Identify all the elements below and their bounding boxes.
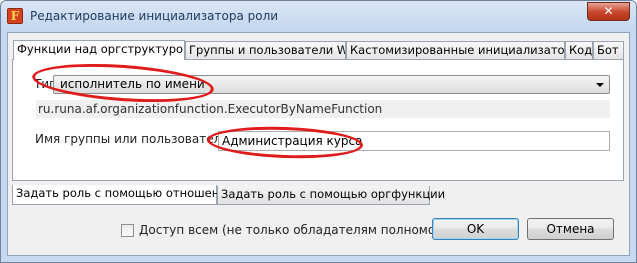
function-class-field: ru.runa.af.organizationfunction.Executor… — [36, 100, 610, 118]
dialog-client-area: Функции над оргструктурой Группы и польз… — [7, 32, 630, 256]
chevron-down-icon[interactable] — [596, 83, 604, 87]
window-title: Редактирование инициализатора роли — [30, 9, 279, 23]
type-select[interactable]: исполнитель по имени — [53, 75, 610, 94]
cancel-button[interactable]: Отмена — [527, 218, 614, 240]
tab-bot[interactable]: Бот — [593, 41, 624, 59]
group-user-input[interactable]: Администрация курса — [218, 131, 610, 151]
tab-role-by-orgfunction[interactable]: Задать роль с помощью оргфункции — [217, 186, 445, 205]
access-all-checkbox[interactable] — [121, 224, 134, 237]
tab-custom-initializers[interactable]: Кастомизированные инициализаторы — [346, 41, 565, 59]
type-select-value: исполнитель по имени — [60, 77, 205, 91]
tab-strip: Функции над оргструктурой Группы и польз… — [12, 40, 624, 60]
tab-role-by-relation[interactable]: Задать роль с помощью отношения — [12, 185, 234, 205]
ok-button[interactable]: OK — [432, 218, 519, 240]
title-bar[interactable]: F Редактирование инициализатора роли ✕ — [1, 1, 636, 31]
dialog-window: F Редактирование инициализатора роли ✕ Ф… — [0, 0, 637, 263]
close-icon: ✕ — [603, 4, 614, 18]
app-icon: F — [7, 8, 23, 24]
tab-groups-users-wf[interactable]: Группы и пользователи WF — [185, 41, 346, 59]
app-icon-letter: F — [10, 9, 20, 23]
tab-code[interactable]: Код — [565, 41, 593, 59]
tab-org-functions[interactable]: Функции над оргструктурой — [13, 40, 185, 60]
close-button[interactable]: ✕ — [587, 2, 630, 21]
access-all-label[interactable]: Доступ всем (не только обладателям полно… — [139, 223, 463, 237]
group-user-label: Имя группы или пользователя * — [35, 132, 239, 146]
